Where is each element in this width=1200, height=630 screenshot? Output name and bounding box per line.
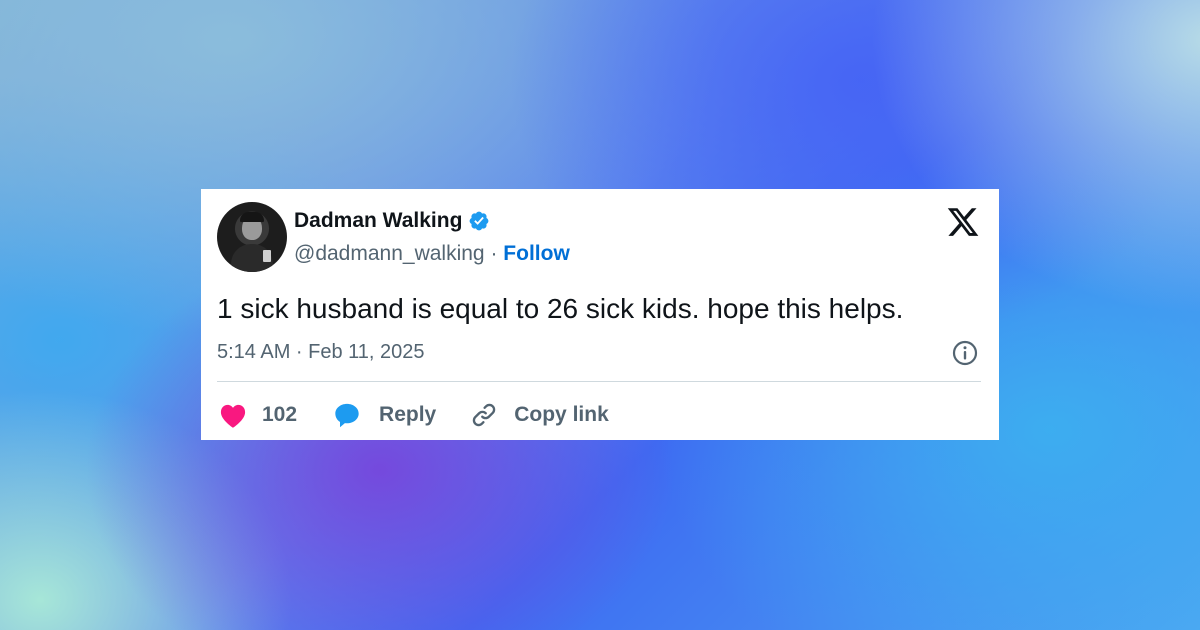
author-display-name[interactable]: Dadman Walking xyxy=(294,209,462,233)
tweet-timestamp[interactable]: 5:14 AM · Feb 11, 2025 xyxy=(217,341,425,364)
avatar-figure-cup xyxy=(263,250,271,262)
like-button[interactable]: 102 xyxy=(217,401,297,429)
info-icon[interactable] xyxy=(951,339,979,367)
author-handle-line: @dadmann_walking · Follow xyxy=(294,242,570,266)
avatar[interactable] xyxy=(217,202,287,272)
author-handle[interactable]: @dadmann_walking xyxy=(294,242,485,265)
like-count: 102 xyxy=(262,403,298,426)
tweet-embed-card: Dadman Walking @dadmann_walking · Follow… xyxy=(201,189,999,440)
tweet-text: 1 sick husband is equal to 26 sick kids.… xyxy=(217,293,904,324)
heart-icon xyxy=(220,404,246,428)
copy-link-label: Copy link xyxy=(514,403,609,426)
verified-badge-icon xyxy=(470,211,489,231)
reply-button[interactable]: Reply xyxy=(333,401,436,429)
divider xyxy=(217,381,981,382)
reply-label: Reply xyxy=(379,403,437,426)
avatar-figure-cap xyxy=(240,212,264,222)
follow-button[interactable]: Follow xyxy=(503,242,570,265)
link-icon xyxy=(473,403,496,427)
handle-separator: · xyxy=(490,242,498,265)
copy-link-button[interactable]: Copy link xyxy=(470,401,609,429)
author-name-row[interactable]: Dadman Walking xyxy=(294,209,490,233)
action-bar: 102 Reply Copy link xyxy=(217,397,609,433)
x-logo-icon[interactable] xyxy=(946,205,980,239)
speech-bubble-icon xyxy=(335,403,359,428)
